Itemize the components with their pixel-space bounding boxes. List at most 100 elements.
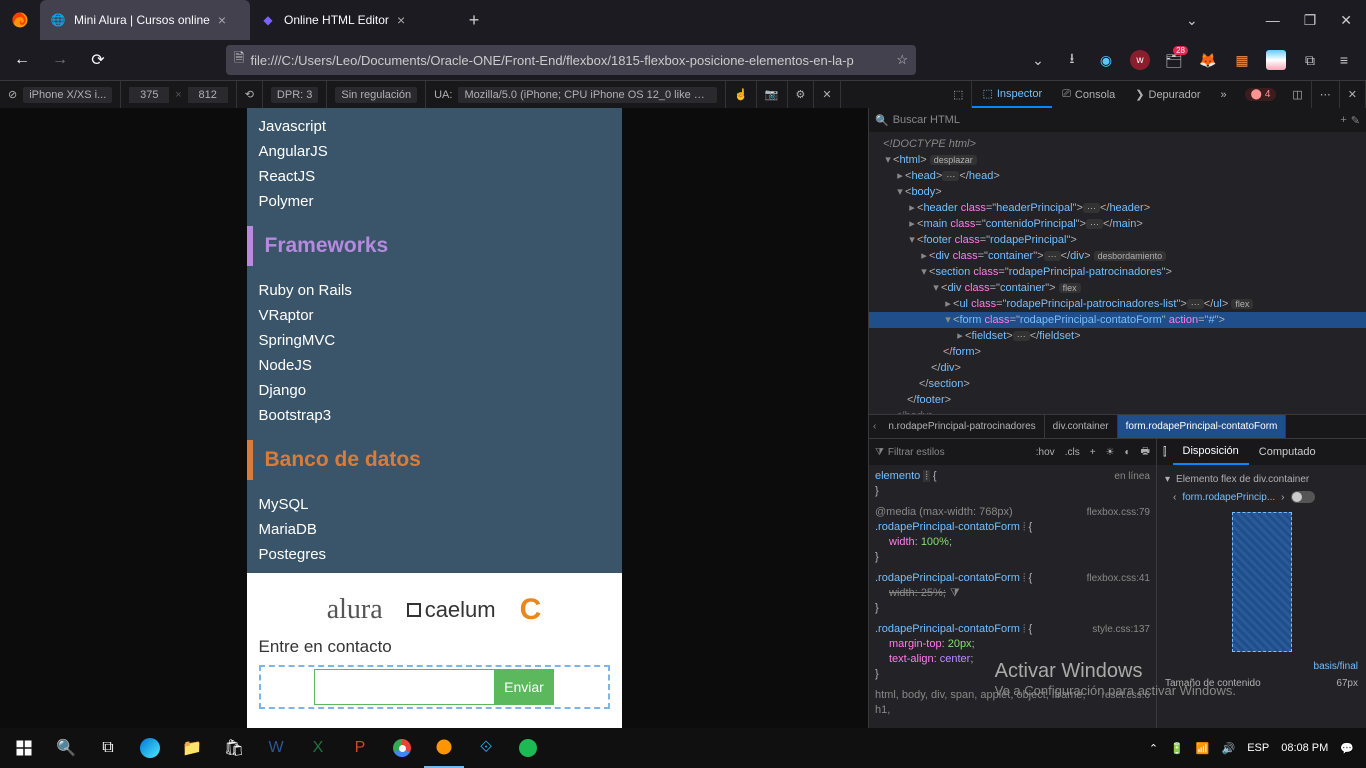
settings-icon[interactable]: ⚙	[796, 88, 806, 101]
search-icon[interactable]: 🔍	[46, 728, 86, 768]
light-dark-icon[interactable]: ☀	[1106, 447, 1115, 458]
basis-link[interactable]: basis/final	[1314, 661, 1358, 672]
taskbar-app-spotify[interactable]	[508, 728, 548, 768]
pick-element-icon[interactable]: ⬚	[953, 88, 963, 101]
list-item[interactable]: SpringMVC	[259, 328, 610, 353]
filter-styles-input[interactable]: ⧩Filtrar estilos	[875, 447, 945, 458]
list-item[interactable]: Bootstrap3	[259, 403, 610, 428]
contrast-icon[interactable]: ◐	[1125, 447, 1131, 458]
close-devtools-icon[interactable]: ✕	[1348, 88, 1357, 101]
extension-icon[interactable]: w	[1130, 50, 1150, 70]
close-icon[interactable]: ×	[218, 12, 226, 28]
url-input[interactable]: 🗎 file:///C:/Users/Leo/Documents/Oracle-…	[226, 45, 916, 75]
flex-item-link[interactable]: form.rodapePrincip...	[1182, 492, 1275, 503]
close-rdm-icon[interactable]: ✕	[822, 88, 831, 101]
list-item[interactable]: Postegres	[259, 542, 610, 567]
taskbar-app-chrome[interactable]	[382, 728, 422, 768]
viewport-width-input[interactable]: 375	[129, 87, 169, 103]
submit-button[interactable]: Enviar	[494, 669, 554, 705]
browser-tab[interactable]: 🌐 Mini Alura | Cursos online ×	[40, 0, 250, 40]
wifi-icon[interactable]: 📶	[1196, 742, 1210, 755]
throttle-select[interactable]: Sin regulación	[335, 87, 417, 103]
chevron-left-icon[interactable]: ‹	[1173, 492, 1176, 503]
list-item[interactable]: AngularJS	[259, 139, 610, 164]
contact-input[interactable]	[314, 669, 494, 705]
close-icon[interactable]: ×	[397, 12, 405, 28]
sidebar-toggle-icon[interactable]: ⫿	[1157, 446, 1173, 459]
list-item[interactable]: Javascript	[259, 114, 610, 139]
device-select[interactable]: iPhone X/XS i...	[23, 87, 112, 103]
reload-button[interactable]: ⟳	[82, 44, 114, 76]
list-item[interactable]: MariaDB	[259, 517, 610, 542]
funnel-icon[interactable]: ⧩	[950, 587, 960, 599]
task-view-icon[interactable]: ⧉	[88, 728, 128, 768]
list-item[interactable]: Ruby on Rails	[259, 278, 610, 303]
flex-overlay-toggle[interactable]	[1291, 491, 1315, 503]
list-item[interactable]: Polymer	[259, 189, 610, 214]
touch-icon[interactable]: ☝	[734, 88, 748, 101]
download-icon[interactable]: ⭳	[1062, 50, 1082, 70]
list-item[interactable]: ReactJS	[259, 164, 610, 189]
battery-icon[interactable]: 🔋	[1170, 742, 1184, 755]
extension-icon[interactable]: ◉	[1096, 50, 1116, 70]
breadcrumb-item[interactable]: div.container	[1045, 415, 1118, 438]
taskbar-app-firefox[interactable]	[424, 728, 464, 768]
start-button[interactable]	[4, 728, 44, 768]
tabs-overflow-icon[interactable]: »	[1210, 81, 1236, 108]
chevron-left-icon[interactable]: ‹	[869, 421, 880, 432]
bookmark-star-icon[interactable]: ☆	[896, 52, 908, 68]
chevron-right-icon[interactable]: ›	[1281, 492, 1284, 503]
cls-button[interactable]: .cls	[1065, 447, 1080, 458]
hov-button[interactable]: :hov	[1036, 447, 1055, 458]
chevron-down-icon[interactable]: ⌄	[1186, 12, 1198, 29]
taskbar-app-excel[interactable]: X	[298, 728, 338, 768]
clock[interactable]: 08:08 PM	[1281, 742, 1328, 754]
tab-console[interactable]: ⎚Consola	[1052, 81, 1125, 108]
taskbar-app-store[interactable]: 🛍	[214, 728, 254, 768]
viewport-height-input[interactable]: 812	[188, 87, 228, 103]
new-tab-button[interactable]: +	[460, 0, 488, 40]
close-window-icon[interactable]: ✕	[1340, 12, 1352, 29]
dom-tree[interactable]: <!DOCTYPE html> ▾<html> desplazar ▸<head…	[869, 132, 1366, 414]
error-badge[interactable]: ⬤ 4	[1245, 88, 1277, 101]
taskbar-app-edge[interactable]	[130, 728, 170, 768]
ua-input[interactable]: Mozilla/5.0 (iPhone; CPU iPhone OS 12_0 …	[458, 87, 717, 103]
taskbar-app-vscode[interactable]: ⟐	[466, 728, 506, 768]
list-item[interactable]: MySQL	[259, 492, 610, 517]
screenshot-icon[interactable]: 📷	[765, 88, 779, 101]
list-item[interactable]: VRaptor	[259, 303, 610, 328]
browser-tab[interactable]: ◆ Online HTML Editor ×	[250, 0, 460, 40]
language-indicator[interactable]: ESP	[1247, 742, 1269, 754]
menu-icon[interactable]: ≡	[1334, 50, 1354, 70]
back-button[interactable]: ←	[6, 44, 38, 76]
dpr-select[interactable]: DPR: 3	[271, 87, 318, 103]
notifications-icon[interactable]: 💬	[1340, 742, 1354, 755]
dom-search-input[interactable]: Buscar HTML	[893, 114, 1337, 126]
dock-icon[interactable]: ◫	[1292, 88, 1302, 101]
list-item[interactable]: NodeJS	[259, 353, 610, 378]
extension-icon[interactable]	[1266, 50, 1286, 70]
add-node-icon[interactable]: +	[1340, 114, 1346, 126]
selected-dom-node[interactable]: ▾<form class="rodapePrincipal-contatoFor…	[869, 312, 1366, 328]
extension-overflow-icon[interactable]: ⧉	[1300, 50, 1320, 70]
forward-button[interactable]: →	[44, 44, 76, 76]
tab-debugger[interactable]: ❯Depurador	[1125, 81, 1210, 108]
extension-icon[interactable]: 🗂28	[1164, 50, 1184, 70]
taskbar-app-word[interactable]: W	[256, 728, 296, 768]
chevron-up-icon[interactable]: ⌃	[1149, 742, 1158, 755]
rotate-icon[interactable]: ⟲	[245, 88, 254, 101]
chevron-down-icon[interactable]: ▾	[1165, 474, 1170, 485]
tab-computed[interactable]: Computado	[1249, 439, 1326, 465]
add-rule-icon[interactable]: +	[1090, 447, 1096, 458]
breadcrumb-item[interactable]: form.rodapePrincipal-contatoForm	[1118, 415, 1287, 438]
minimize-icon[interactable]: —	[1266, 12, 1280, 28]
css-rules[interactable]: en líneaelemento ⦙ {} flexbox.css:79 @me…	[869, 465, 1156, 728]
extension-icon[interactable]: 🦊	[1198, 50, 1218, 70]
taskbar-app-explorer[interactable]: 📁	[172, 728, 212, 768]
meatball-icon[interactable]: ⋯	[1320, 88, 1331, 101]
maximize-icon[interactable]: ❐	[1304, 12, 1317, 29]
list-item[interactable]: Django	[259, 378, 610, 403]
extension-icon[interactable]: ▦	[1232, 50, 1252, 70]
print-icon[interactable]: 🖶	[1141, 444, 1150, 461]
volume-icon[interactable]: 🔊	[1221, 742, 1235, 755]
